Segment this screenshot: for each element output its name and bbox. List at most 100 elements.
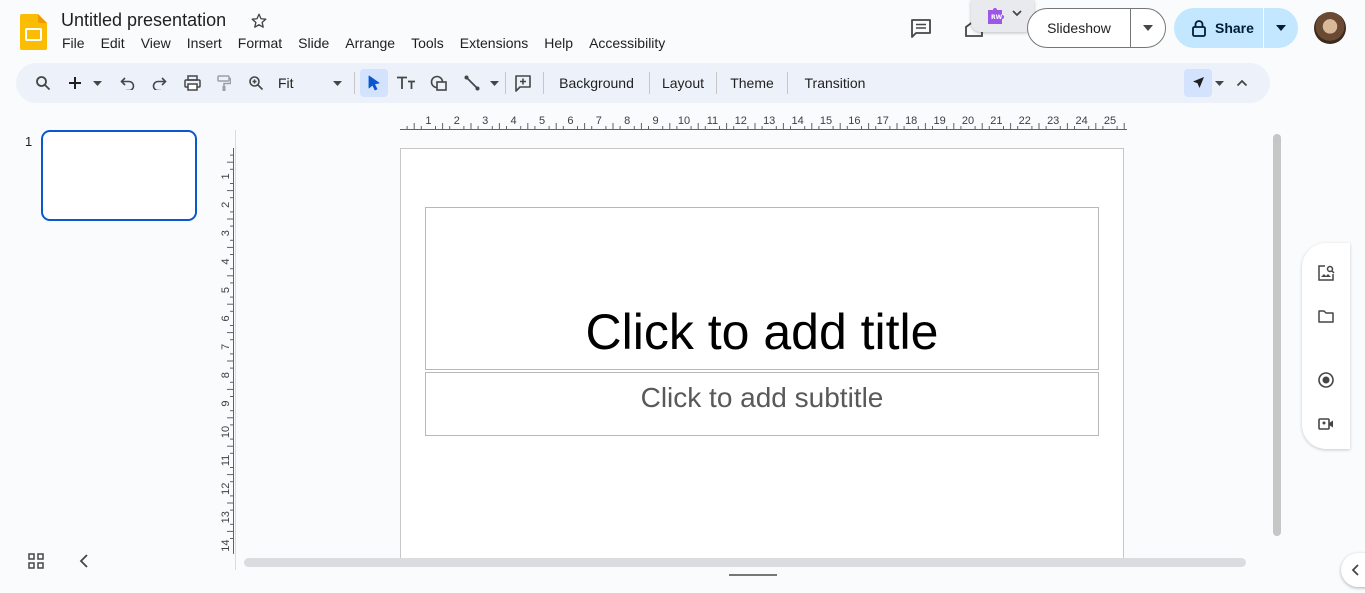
ruler-label: 14 (220, 539, 232, 551)
chevron-down-icon (1012, 10, 1022, 17)
ruler-label: 24 (1075, 115, 1087, 127)
theme-button[interactable]: Theme (722, 70, 782, 96)
transition-button[interactable]: Transition (794, 70, 876, 96)
menu-insert[interactable]: Insert (179, 34, 230, 54)
menu-file[interactable]: File (54, 34, 93, 54)
search-menus-icon[interactable] (32, 70, 54, 96)
extension-tab[interactable]: RW (971, 0, 1034, 32)
speaker-notes-handle[interactable] (729, 574, 777, 576)
pointer-mode-icon[interactable] (1184, 69, 1212, 97)
menu-slide[interactable]: Slide (290, 34, 337, 54)
toolbar-divider (505, 72, 506, 94)
print-icon[interactable] (181, 70, 203, 96)
subtitle-placeholder-box[interactable]: Click to add subtitle (425, 372, 1099, 436)
menu-arrange[interactable]: Arrange (337, 34, 403, 54)
slideshow-button[interactable]: Slideshow (1027, 8, 1166, 48)
menu-tools[interactable]: Tools (403, 34, 452, 54)
ruler-label: 5 (220, 287, 232, 293)
new-slide-icon[interactable] (64, 70, 86, 96)
video-camera-icon[interactable] (1317, 415, 1335, 433)
ruler-label: 11 (220, 455, 232, 466)
ruler-label: 12 (220, 483, 232, 495)
slides-logo-icon[interactable] (20, 14, 47, 50)
pointer-mode-dropdown[interactable] (1212, 70, 1226, 96)
vertical-scrollbar[interactable] (1273, 134, 1281, 536)
undo-icon[interactable] (117, 70, 139, 96)
document-title[interactable]: Untitled presentation (61, 10, 226, 31)
vertical-ruler: 1234567891011121314 (220, 148, 234, 554)
dropdown-arrow-icon (1143, 25, 1153, 31)
paint-format-icon[interactable] (213, 70, 235, 96)
ruler-label: 4 (220, 259, 232, 265)
toolbar-divider (543, 72, 544, 94)
menu-format[interactable]: Format (230, 34, 290, 54)
shape-icon[interactable] (428, 70, 450, 96)
ruler-label: 20 (962, 115, 974, 127)
line-type-dropdown[interactable] (487, 70, 501, 96)
ruler-label: 7 (220, 344, 232, 350)
ruler-label: 1 (220, 173, 232, 179)
ruler-label: 10 (220, 426, 232, 438)
select-tool-icon[interactable] (360, 69, 388, 97)
ruler-label: 2 (454, 115, 460, 127)
zoom-icon[interactable] (245, 70, 267, 96)
slide-thumbnail[interactable] (41, 130, 197, 221)
menu-edit[interactable]: Edit (93, 34, 133, 54)
ruler-label: 13 (220, 511, 232, 523)
ruler-label: 23 (1047, 115, 1059, 127)
share-label: Share (1215, 20, 1254, 36)
redo-icon[interactable] (148, 70, 170, 96)
add-comment-icon[interactable] (512, 70, 534, 96)
star-icon[interactable] (250, 12, 268, 30)
ruler-label: 3 (482, 115, 488, 127)
ruler-label: 14 (791, 115, 803, 127)
menu-extensions[interactable]: Extensions (452, 34, 536, 54)
ruler-label: 9 (220, 401, 232, 407)
ruler-label: 19 (933, 115, 945, 127)
ruler-label: 5 (539, 115, 545, 127)
chevron-left-icon (1351, 564, 1359, 576)
share-options-button[interactable] (1264, 25, 1298, 31)
line-icon[interactable] (461, 70, 483, 96)
ruler-label: 18 (905, 115, 917, 127)
ruler-label: 4 (511, 115, 517, 127)
ruler-label: 6 (567, 115, 573, 127)
ruler-label: 3 (220, 230, 232, 236)
record-icon[interactable] (1317, 371, 1335, 389)
title-placeholder-box[interactable]: Click to add title (425, 207, 1099, 370)
dropdown-arrow-icon (333, 80, 342, 86)
menu-help[interactable]: Help (536, 34, 581, 54)
share-button[interactable]: Share (1174, 8, 1298, 48)
ruler-label: 22 (1019, 115, 1031, 127)
dropdown-arrow-icon (1276, 25, 1286, 31)
ruler-label: 2 (220, 202, 232, 208)
comment-icon[interactable] (909, 16, 933, 40)
ruler-label: 16 (848, 115, 860, 127)
slide-number: 1 (25, 134, 33, 149)
subtitle-placeholder-text: Click to add subtitle (640, 382, 884, 413)
horizontal-scrollbar[interactable] (244, 558, 1246, 567)
lock-icon (1192, 20, 1206, 37)
background-button[interactable]: Background (549, 70, 644, 96)
ruler-label: 7 (596, 115, 602, 127)
ruler-label: 25 (1104, 115, 1116, 127)
layout-button[interactable]: Layout (654, 70, 712, 96)
ruler-label: 17 (877, 115, 889, 127)
slideshow-label[interactable]: Slideshow (1028, 9, 1131, 47)
chevron-up-icon[interactable] (1232, 70, 1252, 96)
zoom-select[interactable]: Fit (272, 70, 352, 96)
chevron-left-icon[interactable] (76, 552, 92, 570)
grid-view-icon[interactable] (27, 552, 45, 570)
image-search-icon[interactable] (1317, 264, 1335, 282)
menu-accessibility[interactable]: Accessibility (581, 34, 673, 54)
avatar[interactable] (1314, 12, 1346, 44)
menu-view[interactable]: View (133, 34, 179, 54)
ruler-label: 1 (425, 115, 431, 127)
new-slide-layout-dropdown[interactable] (90, 70, 104, 96)
ruler-label: 9 (653, 115, 659, 127)
folder-icon[interactable] (1317, 307, 1335, 325)
text-box-icon[interactable] (395, 70, 417, 96)
side-panel-toggle[interactable] (1341, 553, 1365, 587)
ruler-label: 15 (820, 115, 832, 127)
slideshow-options-button[interactable] (1131, 25, 1165, 31)
